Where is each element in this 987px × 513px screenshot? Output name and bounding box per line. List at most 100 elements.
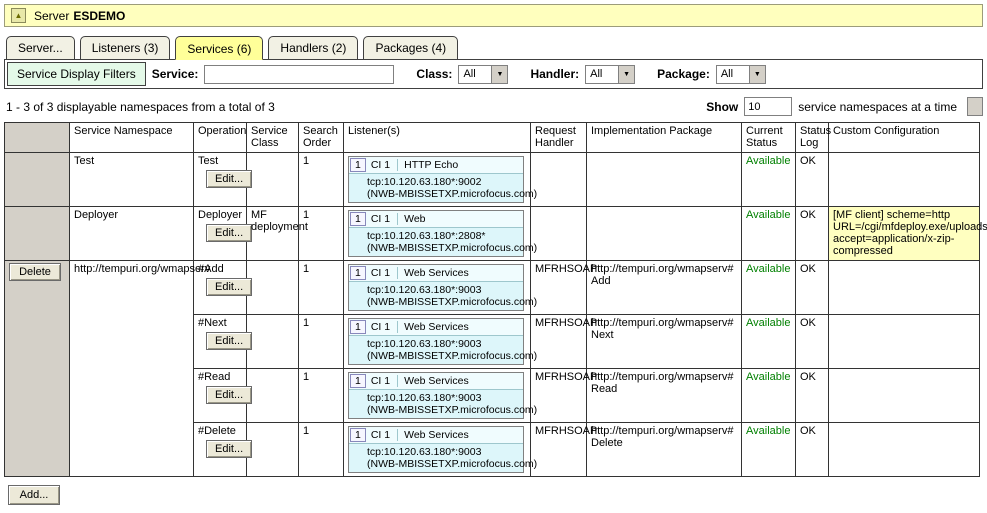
status-badge: Available xyxy=(746,371,790,383)
implementation-package-cell: http://tempuri.org/wmapserv#Next xyxy=(587,315,742,369)
listener-header-row: 1CI 1HTTP Echo xyxy=(349,157,523,174)
row-actions-cell xyxy=(5,207,70,261)
show-count-input[interactable] xyxy=(744,97,792,116)
tab-server[interactable]: Server... xyxy=(6,36,75,60)
request-handler-cell xyxy=(531,207,587,261)
listener-box: 1CI 1Web Servicestcp:10.120.63.180*:9003… xyxy=(348,372,524,419)
status-badge: Available xyxy=(746,263,790,275)
service-class-cell xyxy=(247,261,299,315)
edit-button[interactable]: Edit... xyxy=(206,386,252,404)
current-status-cell: Available xyxy=(742,315,796,369)
server-label: Server xyxy=(34,9,69,23)
class-select[interactable]: All ▼ xyxy=(458,65,508,84)
pagination-bar: 1 - 3 of 3 displayable namespaces from a… xyxy=(6,97,983,116)
operation-cell: #ReadEdit... xyxy=(194,369,247,423)
handler-select[interactable]: All ▼ xyxy=(585,65,635,84)
implementation-package-cell: http://tempuri.org/wmapserv#Read xyxy=(587,369,742,423)
service-class-cell xyxy=(247,153,299,207)
edit-button[interactable]: Edit... xyxy=(206,278,252,296)
listener-connector: CI 1 xyxy=(369,213,398,225)
listener-name: Web Services xyxy=(398,375,475,387)
listener-number-badge: 1 xyxy=(350,266,366,280)
listener-cell: 1CI 1Web Servicestcp:10.120.63.180*:9003… xyxy=(344,423,531,477)
listener-box: 1CI 1Webtcp:10.120.63.180*:2808*(NWB-MBI… xyxy=(348,210,524,257)
operation-cell: DeployerEdit... xyxy=(194,207,247,261)
collapse-triangle-icon[interactable]: ▲ xyxy=(11,8,26,23)
listener-address: tcp:10.120.63.180*:9002 xyxy=(349,174,523,188)
package-filter-label: Package: xyxy=(657,67,710,81)
tab-handlers-2[interactable]: Handlers (2) xyxy=(268,36,358,60)
class-select-value: All xyxy=(459,66,491,83)
status-log-cell: OK xyxy=(796,315,829,369)
listener-connector: CI 1 xyxy=(369,375,398,387)
server-header-bar: ▲ Server ESDEMO xyxy=(4,4,983,27)
request-handler-cell: MFRHSOAP xyxy=(531,369,587,423)
listener-address: tcp:10.120.63.180*:9003 xyxy=(349,282,523,296)
show-label: Show xyxy=(706,100,738,114)
custom-configuration-cell xyxy=(829,315,980,369)
listener-host: (NWB-MBISSETXP.microfocus.com) xyxy=(349,350,523,364)
current-status-cell: Available xyxy=(742,207,796,261)
tab-bar: Server...Listeners (3)Services (6)Handle… xyxy=(6,36,983,60)
column-header: Request Handler xyxy=(531,123,587,153)
listener-host: (NWB-MBISSETXP.microfocus.com) xyxy=(349,404,523,418)
service-namespace-cell: Deployer xyxy=(70,207,194,261)
listener-number-badge: 1 xyxy=(350,212,366,226)
server-name: ESDEMO xyxy=(73,9,125,23)
column-header: Status Log xyxy=(796,123,829,153)
delete-button[interactable]: Delete xyxy=(9,263,61,281)
listener-name: Web Services xyxy=(398,429,475,441)
chevron-down-icon: ▼ xyxy=(618,66,634,83)
service-class-cell: MF deployment xyxy=(247,207,299,261)
column-header: Custom Configuration xyxy=(829,123,980,153)
service-class-cell xyxy=(247,315,299,369)
service-filter-label: Service: xyxy=(152,67,199,81)
edit-button[interactable]: Edit... xyxy=(206,332,252,350)
package-select[interactable]: All ▼ xyxy=(716,65,766,84)
operation-name: #Delete xyxy=(198,425,242,437)
custom-configuration-cell xyxy=(829,153,980,207)
pagination-summary: 1 - 3 of 3 displayable namespaces from a… xyxy=(6,100,275,114)
operation-name: #Next xyxy=(198,317,242,329)
service-row: TestTestEdit...11CI 1HTTP Echotcp:10.120… xyxy=(5,153,980,207)
listener-connector: CI 1 xyxy=(369,321,398,333)
search-order-cell: 1 xyxy=(299,261,344,315)
column-header: Current Status xyxy=(742,123,796,153)
filter-bar: Service Display Filters Service: Class: … xyxy=(4,59,983,89)
listener-connector: CI 1 xyxy=(369,159,398,171)
request-handler-cell: MFRHSOAP xyxy=(531,261,587,315)
edit-button[interactable]: Edit... xyxy=(206,224,252,242)
listener-address: tcp:10.120.63.180*:9003 xyxy=(349,444,523,458)
listener-connector: CI 1 xyxy=(369,267,398,279)
column-header: Listener(s) xyxy=(344,123,531,153)
listener-box: 1CI 1HTTP Echotcp:10.120.63.180*:9002(NW… xyxy=(348,156,524,203)
listener-number-badge: 1 xyxy=(350,158,366,172)
service-row: DeployerDeployerEdit...MF deployment 11CI… xyxy=(5,207,980,261)
operation-name: #Read xyxy=(198,371,242,383)
tab-packages-4[interactable]: Packages (4) xyxy=(363,36,458,60)
listener-address: tcp:10.120.63.180*:9003 xyxy=(349,336,523,350)
handler-filter-label: Handler: xyxy=(530,67,579,81)
listener-cell: 1CI 1Web Servicestcp:10.120.63.180*:9003… xyxy=(344,315,531,369)
operation-cell: #AddEdit... xyxy=(194,261,247,315)
request-handler-cell: MFRHSOAP xyxy=(531,423,587,477)
custom-configuration-cell: [MF client] scheme=http URL=/cgi/mfdeplo… xyxy=(829,207,980,261)
edit-button[interactable]: Edit... xyxy=(206,170,252,188)
services-table-body: TestTestEdit...11CI 1HTTP Echotcp:10.120… xyxy=(5,153,980,477)
class-filter-label: Class: xyxy=(416,67,452,81)
search-order-cell: 1 xyxy=(299,369,344,423)
status-log-cell: OK xyxy=(796,207,829,261)
add-button[interactable]: Add... xyxy=(8,485,60,505)
filter-title: Service Display Filters xyxy=(7,62,146,86)
service-namespace-cell: Test xyxy=(70,153,194,207)
implementation-package-cell xyxy=(587,207,742,261)
column-header: Implementation Package xyxy=(587,123,742,153)
edge-button[interactable] xyxy=(967,97,983,116)
service-row: Deletehttp://tempuri.org/wmapserv#AddEdi… xyxy=(5,261,980,315)
tab-services-6[interactable]: Services (6) xyxy=(175,36,263,60)
listener-cell: 1CI 1Web Servicestcp:10.120.63.180*:9003… xyxy=(344,369,531,423)
edit-button[interactable]: Edit... xyxy=(206,440,252,458)
tab-listeners-3[interactable]: Listeners (3) xyxy=(80,36,171,60)
service-filter-input[interactable] xyxy=(204,65,394,84)
listener-number-badge: 1 xyxy=(350,428,366,442)
